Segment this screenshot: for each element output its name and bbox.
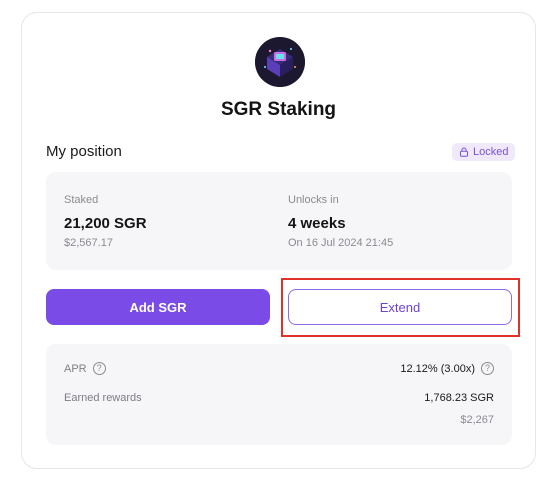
rewards-amount: 1,768.23 SGR	[424, 392, 494, 404]
apr-value: 12.12% (3.00x)	[400, 362, 475, 375]
staking-card: SGR Staking My position Locked Staked 21…	[21, 12, 536, 469]
apr-label-group: APR ?	[64, 362, 106, 375]
apr-row: APR ? 12.12% (3.00x) ?	[64, 362, 494, 375]
my-position-heading: My position	[46, 143, 122, 160]
locked-status-text: Locked	[473, 146, 509, 158]
unlocks-label: Unlocks in	[288, 194, 339, 206]
apr-label: APR	[64, 362, 87, 375]
sgr-logo-icon	[255, 37, 305, 87]
rewards-row: Earned rewards 1,768.23 SGR $2,267	[64, 392, 494, 426]
locked-status-badge: Locked	[452, 143, 516, 161]
page-title: SGR Staking	[220, 99, 337, 120]
staked-usd-value: $2,567.17	[64, 237, 113, 249]
lock-icon	[460, 147, 468, 157]
add-sgr-button[interactable]: Add SGR	[46, 289, 270, 325]
apr-value-group: 12.12% (3.00x) ?	[400, 362, 494, 375]
unlocks-column: Unlocks in 4 weeks On 16 Jul 2024 21:45	[288, 194, 393, 249]
rewards-values: 1,768.23 SGR $2,267	[424, 392, 494, 426]
unlocks-date: On 16 Jul 2024 21:45	[288, 237, 394, 249]
rewards-usd-value: $2,267	[460, 414, 494, 426]
staked-column: Staked 21,200 SGR $2,567.17	[64, 194, 147, 249]
staked-label: Staked	[64, 194, 99, 206]
extend-highlight-box	[281, 278, 520, 337]
position-panel: Staked 21,200 SGR $2,567.17 Unlocks in 4…	[46, 172, 512, 270]
apr-help-icon[interactable]: ?	[92, 362, 106, 375]
apr-multiplier-help-icon[interactable]: ?	[481, 362, 494, 375]
staked-amount: 21,200 SGR	[64, 215, 147, 232]
unlocks-duration: 4 weeks	[288, 215, 346, 232]
rewards-label: Earned rewards	[64, 392, 142, 404]
stats-panel: APR ? 12.12% (3.00x) ? Earned rewards 1,…	[46, 344, 512, 445]
